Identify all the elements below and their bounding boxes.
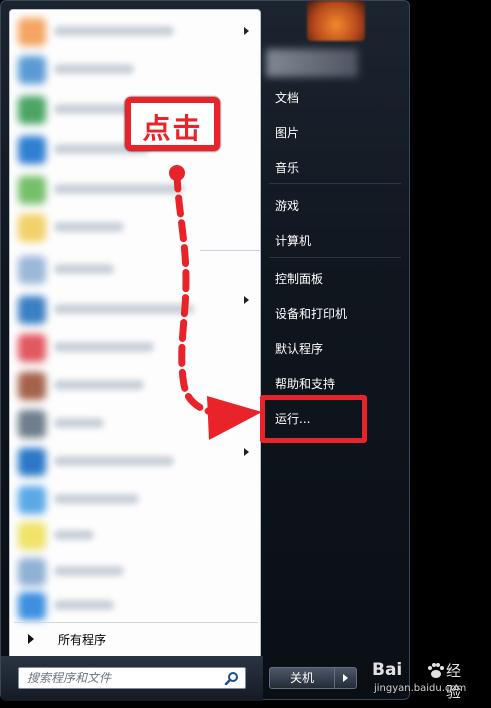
program-label-blurred [54, 418, 104, 428]
program-icon [18, 334, 46, 362]
program-item[interactable] [14, 292, 250, 328]
program-item[interactable] [14, 172, 250, 208]
program-item[interactable] [14, 588, 250, 624]
program-label-blurred [54, 530, 94, 540]
menu-item-label: 音乐 [275, 161, 300, 175]
menu-item-pictures[interactable]: 图片 [263, 119, 409, 145]
program-label-blurred [54, 566, 124, 576]
program-icon [18, 522, 46, 550]
shutdown-group: 关机 [269, 667, 357, 689]
search-input[interactable] [27, 671, 217, 685]
menu-item-control-panel[interactable]: 控制面板 [263, 265, 409, 291]
program-item[interactable] [14, 554, 250, 590]
search-box[interactable] [18, 667, 246, 689]
menu-item-default-programs[interactable]: 默认程序 [263, 335, 409, 361]
search-icon[interactable] [224, 671, 240, 685]
program-label-blurred [54, 600, 114, 610]
menu-item-label: 帮助和支持 [275, 377, 336, 391]
program-label-blurred [54, 26, 174, 36]
paw-icon [428, 663, 444, 678]
program-label-blurred [54, 342, 154, 352]
program-item[interactable] [14, 368, 250, 404]
menu-item-computer[interactable]: 计算机 [263, 227, 409, 253]
divider [269, 183, 401, 184]
watermark-url: jingyan.baidu.com [374, 683, 467, 694]
menu-item-label: 计算机 [275, 234, 312, 248]
submenu-arrow-icon[interactable] [244, 296, 249, 304]
program-icon [18, 136, 46, 164]
program-label-blurred [54, 64, 134, 74]
program-item[interactable] [14, 406, 250, 442]
program-icon [18, 176, 46, 204]
submenu-arrow-icon[interactable] [244, 448, 249, 456]
program-icon [18, 214, 46, 242]
program-icon [18, 558, 46, 586]
run-highlight-box [260, 395, 367, 443]
menu-item-documents[interactable]: 文档 [263, 84, 409, 110]
callout-text: 点击 [142, 112, 203, 145]
program-item[interactable] [14, 252, 250, 288]
shutdown-options-button[interactable] [335, 667, 357, 689]
menu-item-devices-printers[interactable]: 设备和打印机 [263, 300, 409, 326]
program-icon [18, 56, 46, 84]
program-icon [18, 372, 46, 400]
shutdown-button[interactable]: 关机 [269, 667, 335, 689]
baidu-watermark: Bai 经验 jingyan.baidu.com [372, 656, 472, 704]
program-icon [18, 486, 46, 514]
menu-item-label: 图片 [275, 126, 300, 140]
program-item[interactable] [14, 482, 250, 518]
program-icon [18, 18, 46, 46]
program-label-blurred [54, 264, 114, 274]
menu-item-music[interactable]: 音乐 [263, 154, 409, 180]
divider [14, 622, 258, 623]
program-icon [18, 96, 46, 124]
program-label-blurred [54, 380, 144, 390]
menu-item-label: 文档 [275, 91, 300, 105]
program-item[interactable] [14, 52, 250, 88]
watermark-logo-text: Bai [372, 660, 403, 680]
program-icon [18, 410, 46, 438]
program-icon [18, 448, 46, 476]
screenshot-frame: 所有程序 文档 图片 音乐 游戏 计算机 控制面板 设备和打印机 默认程序 帮助… [0, 0, 491, 708]
program-item[interactable] [14, 444, 250, 480]
program-label-blurred [54, 456, 174, 466]
all-programs-label: 所有程序 [58, 633, 107, 647]
menu-item-label: 游戏 [275, 199, 300, 213]
user-avatar[interactable] [307, 1, 365, 41]
divider [269, 257, 401, 258]
callout-box: 点击 [125, 97, 220, 151]
program-label-blurred [54, 222, 124, 232]
program-icon [18, 592, 46, 620]
menu-item-label: 默认程序 [275, 342, 324, 356]
menu-item-help-support[interactable]: 帮助和支持 [263, 370, 409, 396]
triangle-right-icon [28, 634, 34, 644]
section-divider [200, 250, 260, 251]
program-item[interactable] [14, 210, 250, 246]
program-icon [18, 296, 46, 324]
menu-item-label: 设备和打印机 [275, 307, 348, 321]
program-item[interactable] [14, 14, 250, 50]
watermark-brand: 经验 [446, 662, 462, 701]
triangle-right-icon [343, 674, 348, 682]
menu-item-label: 控制面板 [275, 272, 324, 286]
submenu-arrow-icon[interactable] [244, 410, 249, 418]
submenu-arrow-icon[interactable] [244, 27, 249, 35]
menu-item-games[interactable]: 游戏 [263, 192, 409, 218]
user-name-blurred[interactable] [266, 49, 358, 77]
program-icon [18, 256, 46, 284]
program-label-blurred [54, 494, 139, 504]
program-label-blurred [54, 304, 194, 314]
program-item[interactable] [14, 518, 250, 554]
all-programs-button[interactable]: 所有程序 [16, 628, 256, 650]
program-label-blurred [54, 184, 184, 194]
program-item[interactable] [14, 330, 250, 366]
